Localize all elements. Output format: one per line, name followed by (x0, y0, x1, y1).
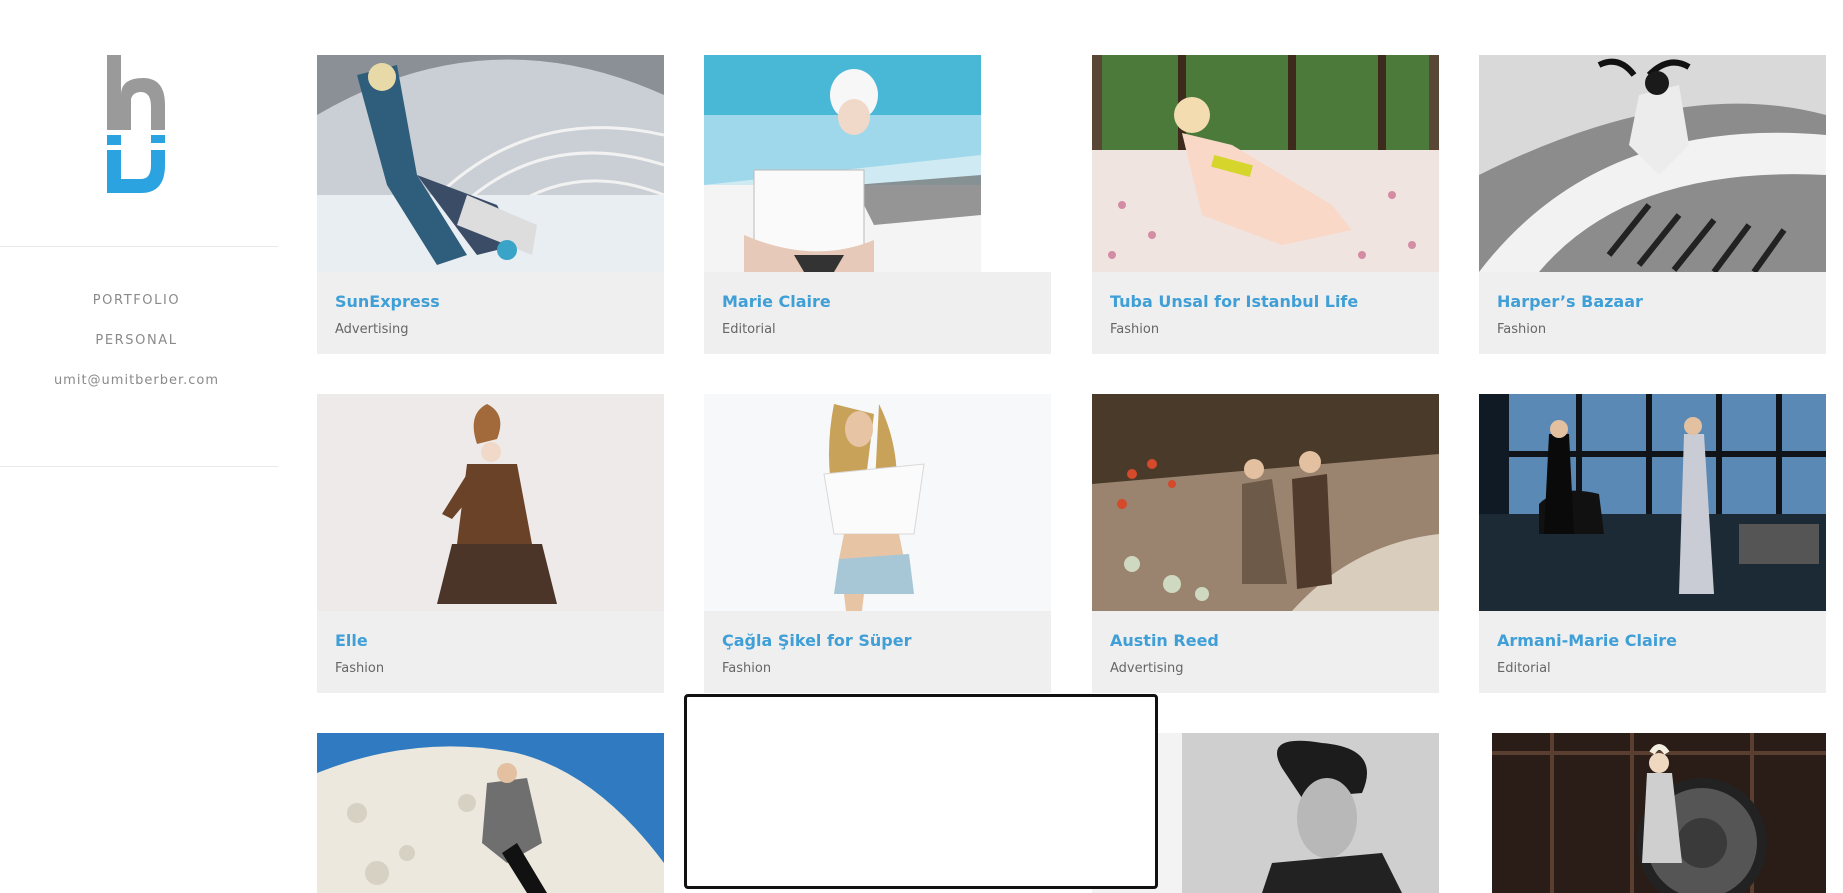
sidebar-divider-bottom (0, 466, 278, 467)
project-category: Editorial (722, 322, 776, 337)
project-card[interactable]: SunExpress Advertising (317, 55, 664, 354)
logo-b-icon (107, 55, 165, 193)
project-info: Elle Fashion (317, 611, 664, 693)
project-thumbnail[interactable] (1492, 733, 1826, 893)
project-info: Marie Claire Editorial (704, 272, 1051, 354)
project-category: Advertising (1110, 661, 1184, 676)
nav-personal[interactable]: PERSONAL (0, 333, 273, 349)
project-thumbnail (1092, 394, 1439, 611)
project-title: Marie Claire (722, 292, 831, 311)
project-thumbnail (317, 55, 664, 272)
nav-email-link[interactable]: umit@umitberber.com (0, 373, 273, 389)
site-logo[interactable] (103, 55, 171, 193)
project-thumbnail (1092, 55, 1439, 272)
sidebar: PORTFOLIO PERSONAL umit@umitberber.com (0, 0, 278, 889)
project-thumbnail (704, 394, 1051, 611)
project-category: Editorial (1497, 661, 1551, 676)
project-info: Harper’s Bazaar Fashion (1479, 272, 1826, 354)
project-title: Elle (335, 631, 368, 650)
project-thumbnail (1479, 394, 1826, 611)
project-category: Fashion (1110, 322, 1160, 337)
project-card[interactable]: Armani-Marie Claire Editorial (1479, 394, 1826, 693)
project-thumbnail (704, 55, 1051, 272)
project-category: Fashion (1497, 322, 1547, 337)
project-thumbnail (317, 394, 664, 611)
project-thumbnail[interactable] (317, 733, 664, 893)
overlay-box (684, 694, 1158, 889)
project-category: Fashion (335, 661, 385, 676)
nav-portfolio[interactable]: PORTFOLIO (0, 293, 273, 309)
project-title: Tuba Unsal for Istanbul Life (1110, 292, 1359, 311)
project-title: Çağla Şikel for Süper (722, 631, 912, 650)
project-category: Fashion (722, 661, 772, 676)
project-title: Harper’s Bazaar (1497, 292, 1643, 311)
project-title: Armani-Marie Claire (1497, 631, 1678, 650)
project-info: SunExpress Advertising (317, 272, 664, 354)
main-nav: PORTFOLIO PERSONAL umit@umitberber.com (0, 293, 273, 413)
project-thumbnail (1479, 55, 1826, 272)
project-card[interactable]: Çağla Şikel for Süper Fashion (704, 394, 1051, 693)
project-card[interactable]: Marie Claire Editorial (704, 55, 1051, 354)
project-card[interactable]: Elle Fashion (317, 394, 664, 693)
project-info: Tuba Unsal for Istanbul Life Fashion (1092, 272, 1439, 354)
project-info: Çağla Şikel for Süper Fashion (704, 611, 1051, 693)
project-info: Armani-Marie Claire Editorial (1479, 611, 1826, 693)
project-info: Austin Reed Advertising (1092, 611, 1439, 693)
project-category: Advertising (335, 322, 409, 337)
project-title: SunExpress (335, 292, 440, 311)
project-card[interactable]: Tuba Unsal for Istanbul Life Fashion (1092, 55, 1439, 354)
project-title: Austin Reed (1110, 631, 1219, 650)
project-card[interactable]: Austin Reed Advertising (1092, 394, 1439, 693)
sidebar-divider-top (0, 246, 278, 247)
project-card[interactable]: Harper’s Bazaar Fashion (1479, 55, 1826, 354)
